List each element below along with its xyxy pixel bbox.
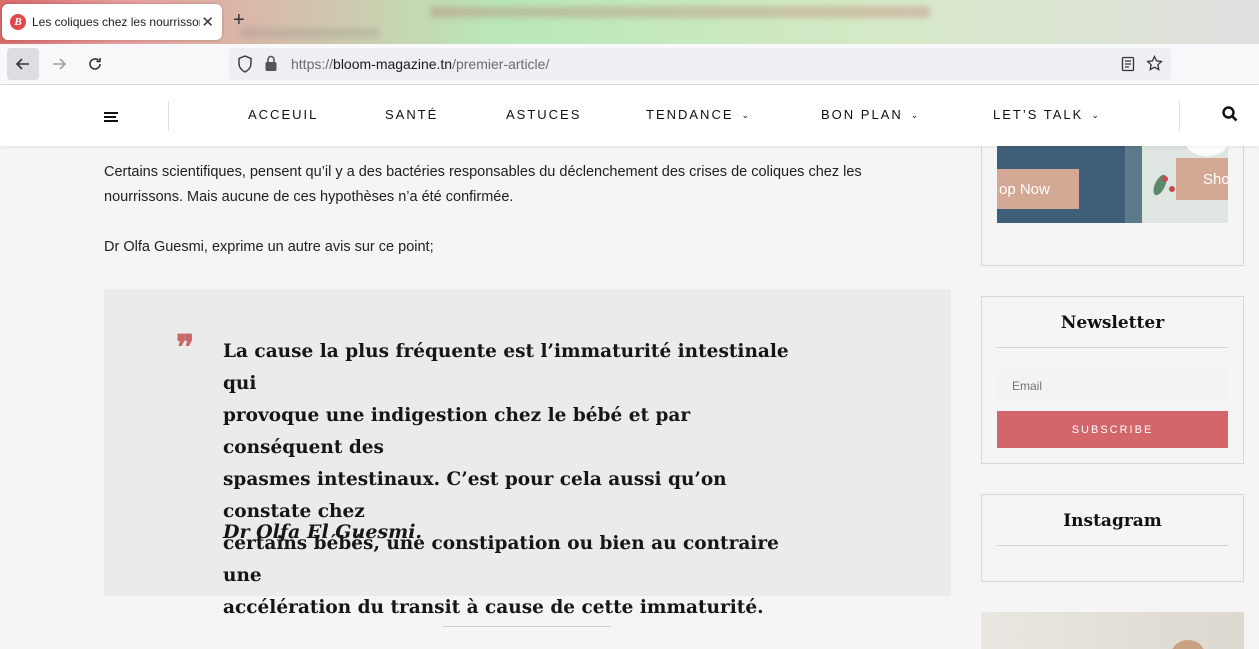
lock-icon[interactable] <box>264 55 278 77</box>
email-field[interactable] <box>997 369 1228 403</box>
berry-icon <box>1169 186 1175 192</box>
nav-item-astuces[interactable]: ASTUCES <box>506 107 581 122</box>
quote-text: La cause la plus fréquente est l’immatur… <box>223 336 813 624</box>
new-tab-icon[interactable]: + <box>233 9 245 32</box>
browser-toolbar: https://bloom-magazine.tn/premier-articl… <box>0 44 1259 85</box>
subscribe-button[interactable]: SUBSCRIBE <box>997 411 1228 448</box>
quote-line: spasmes intestinaux. C’est pour cela aus… <box>223 469 727 522</box>
browser-tab-strip: B Les coliques chez les nourrisson ✕ + <box>0 0 1259 44</box>
search-icon[interactable] <box>1222 106 1238 127</box>
reader-view-icon[interactable] <box>1121 56 1135 77</box>
close-tab-icon[interactable]: ✕ <box>201 13 214 31</box>
quote-line: provoque une indigestion chez le bébé et… <box>223 405 691 458</box>
header-divider <box>1179 101 1180 131</box>
shop-button[interactable]: Sho <box>1176 158 1228 200</box>
berry-icon <box>1162 176 1168 182</box>
blurred-bookmark-item <box>240 28 380 38</box>
hamburger-menu-icon[interactable] <box>104 112 118 124</box>
address-bar[interactable]: https://bloom-magazine.tn/premier-articl… <box>229 48 1171 80</box>
nav-item-sante[interactable]: SANTÉ <box>385 107 438 122</box>
blurred-bookmark-bar <box>430 6 930 18</box>
site-favicon-icon: B <box>10 14 26 30</box>
widget-divider <box>997 545 1228 546</box>
instagram-widget: Instagram <box>981 494 1244 582</box>
chevron-down-icon: ⌄ <box>741 110 750 120</box>
nav-item-bon-plan[interactable]: BON PLAN ⌄ <box>821 107 918 122</box>
shop-now-button[interactable]: op Now <box>997 169 1079 209</box>
article-paragraph: Certains scientifiques, pensent qu’il y … <box>104 160 924 210</box>
newsletter-title: Newsletter <box>1060 313 1165 333</box>
sidebar-photo[interactable] <box>981 612 1244 649</box>
instagram-title: Instagram <box>1063 511 1162 531</box>
tracking-shield-icon[interactable] <box>237 55 253 78</box>
quote-line: accélération du transit à cause de cette… <box>223 597 764 618</box>
chevron-down-icon: ⌄ <box>910 110 919 120</box>
reload-icon[interactable] <box>79 48 111 80</box>
ad-banner-image[interactable]: op Now Sho <box>997 146 1228 223</box>
bookmark-star-icon[interactable] <box>1146 54 1163 77</box>
photo-figure <box>1171 640 1205 649</box>
quote-author: Dr Olfa El Guesmi. <box>223 521 423 543</box>
site-header: ACCEUIL SANTÉ ASTUCES TENDANCE ⌄ BON PLAN… <box>0 85 1259 146</box>
nav-item-acceuil[interactable]: ACCEUIL <box>248 107 318 122</box>
back-arrow-icon[interactable] <box>7 48 39 80</box>
url-text[interactable]: https://bloom-magazine.tn/premier-articl… <box>291 56 549 72</box>
blockquote: ❞ La cause la plus fréquente est l’immat… <box>104 289 951 618</box>
header-divider <box>168 101 169 131</box>
tab-title: Les coliques chez les nourrisson <box>32 15 200 29</box>
nav-item-tendance[interactable]: TENDANCE ⌄ <box>646 107 749 122</box>
widget-divider <box>997 347 1228 348</box>
quote-line: La cause la plus fréquente est l’immatur… <box>223 341 789 394</box>
section-divider <box>443 626 611 627</box>
quote-mark-icon: ❞ <box>176 328 195 368</box>
article-paragraph: Dr Olfa Guesmi, exprime un autre avis su… <box>104 239 434 255</box>
paragraph-line: nourrissons. Mais aucune de ces hypothès… <box>104 189 514 205</box>
forward-arrow-icon[interactable] <box>43 48 75 80</box>
paragraph-line: Certains scientifiques, pensent qu’il y … <box>104 164 862 180</box>
browser-tab[interactable]: B Les coliques chez les nourrisson ✕ <box>2 4 222 40</box>
nav-item-lets-talk[interactable]: LET’S TALK ⌄ <box>993 107 1099 122</box>
newsletter-widget: Newsletter SUBSCRIBE <box>981 296 1244 464</box>
ad-widget: op Now Sho <box>981 146 1244 266</box>
chevron-down-icon: ⌄ <box>1091 110 1099 120</box>
